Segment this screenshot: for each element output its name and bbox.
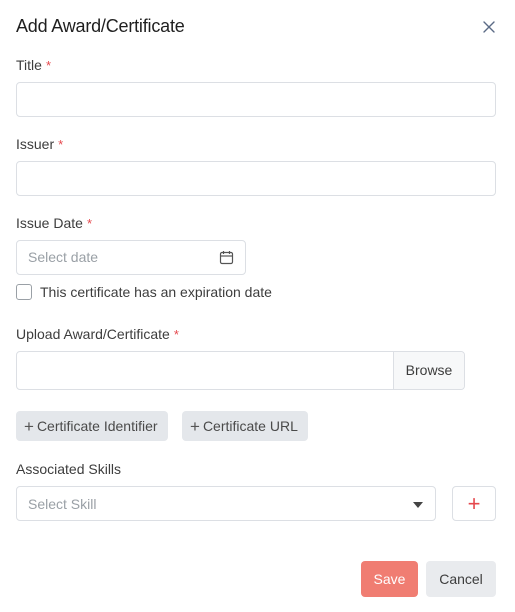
plus-icon: + [24,417,34,436]
certificate-url-label: Certificate URL [202,418,298,434]
title-label-text: Title [16,57,42,73]
plus-icon: + [190,417,200,436]
title-label: Title * [16,57,51,73]
required-marker: * [173,327,179,342]
issue-date-label: Issue Date * [16,215,92,231]
add-award-modal: Add Award/Certificate Title * Issuer * Iss… [0,0,515,612]
chevron-down-icon [413,502,423,508]
issue-date-placeholder: Select date [28,249,99,265]
cancel-button[interactable]: Cancel [426,561,496,597]
required-marker: * [45,58,51,73]
select-skill-placeholder: Select Skill [28,496,97,512]
expiration-checkbox-label[interactable]: This certificate has an expiration date [40,284,272,300]
select-skill-dropdown[interactable]: Select Skill [16,486,436,521]
calendar-icon[interactable] [219,250,234,265]
certificate-identifier-label: Certificate Identifier [36,418,158,434]
associated-skills-label: Associated Skills [16,461,122,477]
required-marker: * [86,216,92,231]
expiration-checkbox[interactable] [16,284,32,300]
title-input[interactable] [16,82,496,117]
upload-file-input[interactable]: Browse [16,351,465,390]
issuer-input[interactable] [16,161,496,196]
issue-date-picker[interactable]: Select date [16,240,246,275]
upload-label-text: Upload Award/Certificate [16,326,170,342]
modal-title: Add Award/Certificate [16,16,185,36]
upload-label: Upload Award/Certificate * [16,326,179,342]
save-button[interactable]: Save [361,561,418,597]
required-marker: * [58,137,64,152]
issuer-label-text: Issuer [16,136,55,152]
browse-button[interactable]: Browse [393,352,464,389]
add-skill-button[interactable]: + [452,486,496,521]
add-certificate-identifier-button[interactable]: + Certificate Identifier [16,411,168,441]
issuer-label: Issuer * [16,136,63,152]
add-certificate-url-button[interactable]: + Certificate URL [182,411,308,441]
close-icon[interactable] [481,19,497,35]
issue-date-label-text: Issue Date [16,215,83,231]
